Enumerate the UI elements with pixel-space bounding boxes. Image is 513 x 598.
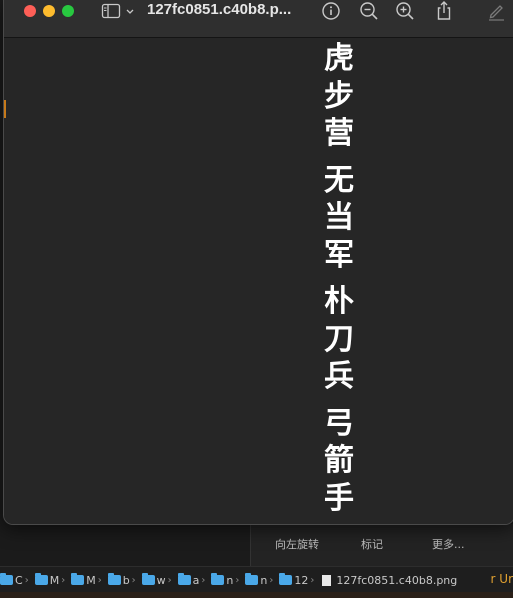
folder-icon [211,573,225,585]
path-segment-label: n [260,573,268,587]
zoom-in-icon [396,2,414,20]
file-name-label: 127fc0851.c40b8.png [336,573,458,587]
path-segment-label: 12 [294,573,309,587]
file-icon [322,574,332,586]
window-title: 127fc0851.c40b8.p... [147,1,292,18]
markup-button-toolbar[interactable] [486,0,508,22]
text-group-4: 弓 箭 手 [322,405,356,518]
zoom-out-icon [360,2,378,20]
glyph: 刀 [324,321,354,357]
folder-icon [141,573,155,585]
path-segment-label: M [86,573,96,587]
sidebar-toggle-icon [101,3,134,19]
path-segment[interactable]: n › [211,573,241,587]
folder-icon [34,573,48,585]
path-segment[interactable]: n › [245,573,275,587]
path-segment[interactable]: w › [141,573,174,587]
text-group-1: 虎 步 营 [322,40,356,153]
close-button[interactable] [24,5,36,17]
folder-icon [279,573,293,585]
glyph: 当 [324,200,354,235]
text-group-2: 无 当 军 [322,162,356,275]
zoom-in-button[interactable] [394,0,416,22]
text-group-3: 朴 刀 兵 [322,283,356,396]
glyph: 军 [324,237,354,273]
background-text: r Ur [490,572,513,586]
glyph: 弓 [324,405,354,441]
path-segment[interactable]: a › [177,573,208,587]
path-segment-label: a [192,573,200,587]
folder-icon [71,573,85,585]
image-canvas [4,38,513,524]
path-bar: C › M › M › b › w › a › n › n › 12 › 127fc0851.c4… [0,566,513,593]
glyph: 箭 [324,443,354,478]
markup-button[interactable]: 标记 [361,536,383,552]
more-button[interactable]: 更多... [432,536,465,552]
path-file[interactable]: 127fc0851.c40b8.png [320,574,457,587]
glyph: 朴 [324,284,354,319]
zoom-out-button[interactable] [358,0,380,22]
path-segment[interactable]: M › [71,573,104,587]
info-icon [322,2,340,20]
path-segment[interactable]: b › [107,573,138,587]
glyph: 虎 [324,41,354,76]
minimize-button[interactable] [43,5,55,17]
share-icon [437,1,451,20]
glyph: 营 [324,116,354,151]
path-segment-label: C [15,573,23,587]
zoom-button[interactable] [62,5,74,17]
background-toolbar: 向左旋转 标记 更多... [250,524,513,566]
rotate-left-button[interactable]: 向左旋转 [275,536,319,552]
desktop-strip [0,592,513,598]
preview-window: 127fc0851.c40b8.p... 虎 步 营 无 当 军 朴 刀 兵 弓… [3,0,513,525]
folder-icon [0,573,13,585]
folder-icon [245,573,259,585]
share-button[interactable] [433,0,455,22]
folder-icon [107,573,121,585]
glyph: 手 [324,480,354,516]
glyph: 步 [324,78,354,114]
folder-icon [177,573,191,585]
accent-edge [4,100,6,118]
calligraphy-column: 虎 步 营 无 当 军 朴 刀 兵 弓 箭 手 [322,40,356,524]
glyph: 兵 [324,359,354,394]
path-segment[interactable]: C › [0,573,31,587]
path-segment-label: M [49,573,60,587]
path-segment-label: n [226,573,234,587]
path-segment-label: b [122,573,130,587]
title-bar[interactable]: 127fc0851.c40b8.p... [4,0,513,38]
path-segment-label: w [156,573,166,587]
sidebar-toggle-button[interactable] [101,2,137,20]
path-segment[interactable]: 12 › [279,573,316,587]
glyph: 无 [324,162,354,198]
info-button[interactable] [320,0,342,22]
markup-pen-icon [489,5,504,21]
path-segment[interactable]: M › [34,573,68,587]
